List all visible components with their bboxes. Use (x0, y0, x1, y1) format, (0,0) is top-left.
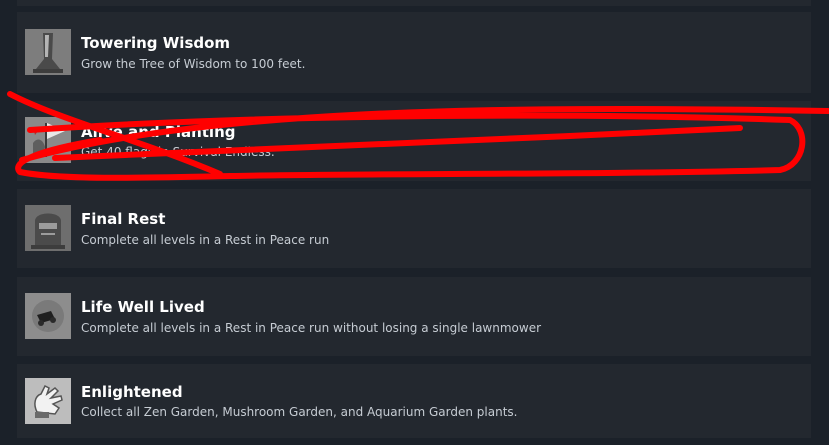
achievement-row: Towering Wisdom Grow the Tree of Wisdom … (17, 12, 811, 93)
achievement-description: Grow the Tree of Wisdom to 100 feet. (81, 57, 306, 71)
lawnmower-icon (25, 293, 71, 339)
achievement-title: Life Well Lived (81, 298, 205, 316)
glove-hand-icon (25, 378, 71, 424)
achievement-description: Complete all levels in a Rest in Peace r… (81, 321, 542, 335)
zombie-hand-flag-icon (25, 117, 71, 163)
achievement-row: Enlightened Collect all Zen Garden, Mush… (17, 364, 811, 438)
achievement-title: Alive and Planting (81, 123, 236, 141)
tombstone-icon (25, 205, 71, 251)
achievement-row: Alive and Planting Get 40 flags in Survi… (17, 101, 811, 181)
achievement-title: Final Rest (81, 210, 166, 228)
achievement-description: Collect all Zen Garden, Mushroom Garden,… (81, 405, 518, 419)
achievement-description: Get 40 flags in Survival Endless. (81, 145, 275, 159)
achievement-row-partial (17, 0, 811, 6)
achievement-row: Life Well Lived Complete all levels in a… (17, 277, 811, 356)
achievement-description: Complete all levels in a Rest in Peace r… (81, 233, 330, 247)
achievement-title: Towering Wisdom (81, 34, 231, 52)
achievement-row: Final Rest Complete all levels in a Rest… (17, 189, 811, 268)
tree-icon (25, 29, 71, 75)
achievement-title: Enlightened (81, 383, 183, 401)
